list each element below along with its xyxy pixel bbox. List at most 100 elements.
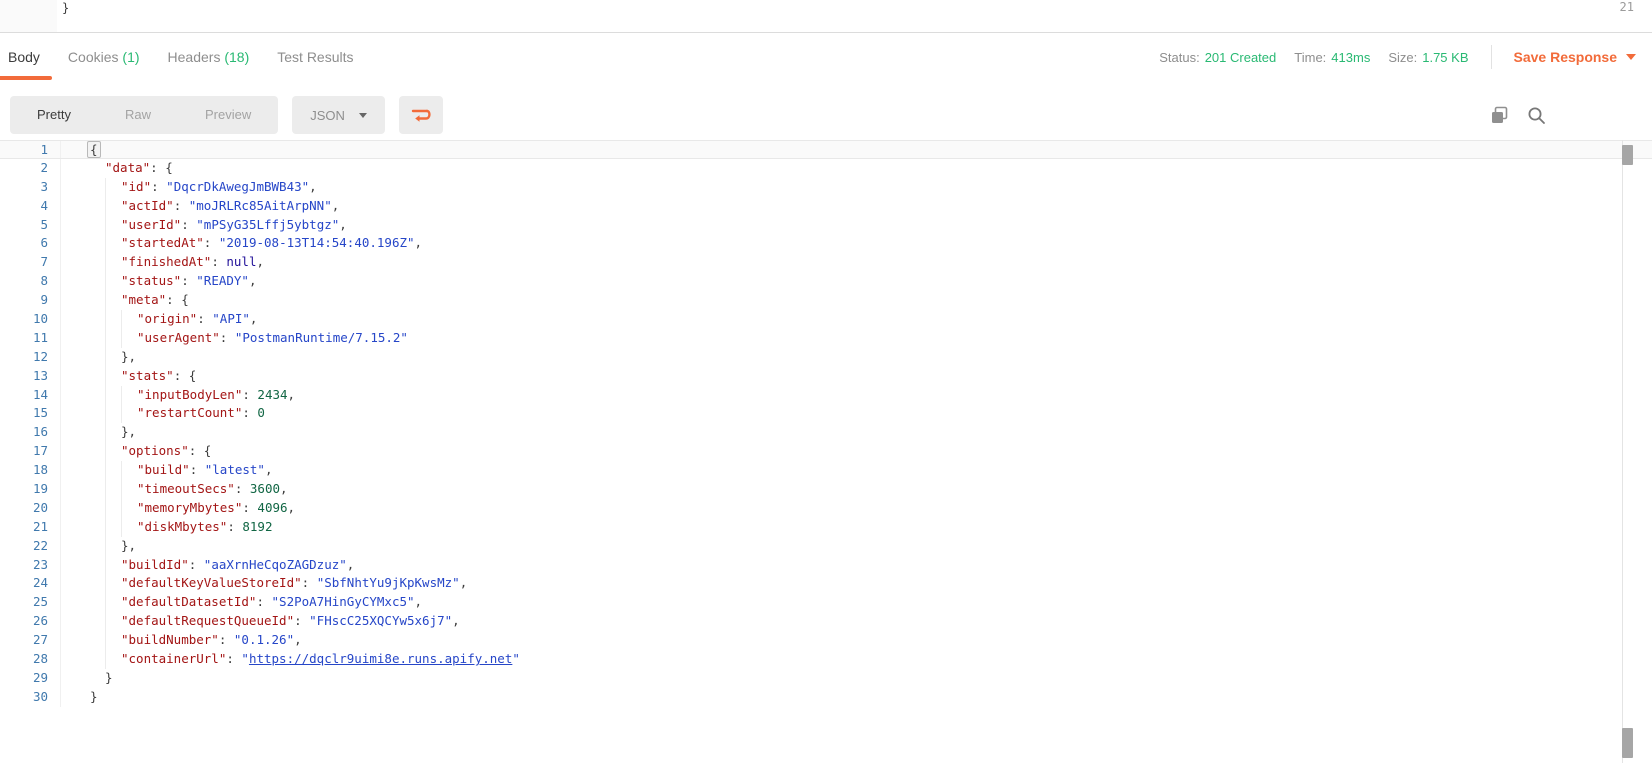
- tab-headers-count: (18): [224, 49, 249, 65]
- token-str: "S2PoA7HinGyCYMxc5": [272, 594, 415, 609]
- token-punc: : {: [150, 160, 173, 175]
- scrollbar-track: [1622, 140, 1623, 763]
- line-content: "defaultDatasetId": "S2PoA7HinGyCYMxc5",: [60, 593, 422, 612]
- language-dropdown[interactable]: JSON: [292, 96, 385, 134]
- code-line: 7"finishedAt": null,: [0, 253, 1652, 272]
- code-line: 10"origin": "API",: [0, 310, 1652, 329]
- code-line: 26 "defaultRequestQueueId": "FHscC25XQCYw…: [0, 612, 1652, 631]
- tab-body[interactable]: Body: [8, 49, 40, 65]
- indent-guide: [105, 593, 121, 612]
- line-number: 8: [0, 272, 48, 291]
- indent-guide: [90, 348, 105, 367]
- code-line: 14"inputBodyLen": 2434,: [0, 386, 1652, 405]
- view-pretty-button[interactable]: Pretty: [10, 96, 98, 134]
- line-content: "origin": "API",: [60, 310, 257, 329]
- indent-guide: [90, 574, 105, 593]
- indent-guide: [90, 367, 105, 386]
- line-number: 27: [0, 631, 48, 650]
- line-number: 6: [0, 234, 48, 253]
- tab-headers[interactable]: Headers (18): [168, 49, 250, 65]
- indent-guide: [90, 593, 105, 612]
- wrap-text-button[interactable]: [399, 96, 443, 134]
- token-str: ": [241, 651, 249, 666]
- save-response-button[interactable]: Save Response: [1514, 49, 1637, 65]
- status-pair: Status: 201 Created: [1159, 50, 1276, 65]
- indent-guide: [105, 253, 121, 272]
- tab-test-results-label: Test Results: [277, 49, 353, 65]
- line-number: 11: [0, 329, 48, 348]
- token-key: "options": [121, 443, 189, 458]
- page-scrollbar-thumb[interactable]: [1622, 728, 1633, 758]
- token-punc: },: [121, 424, 136, 439]
- line-number: 5: [0, 216, 48, 235]
- response-url-link[interactable]: https://dqclr9uimi8e.runs.apify.net: [249, 651, 512, 666]
- line-content: "restartCount": 0: [60, 404, 265, 423]
- indent-guide: [90, 310, 105, 329]
- search-button[interactable]: [1527, 106, 1546, 125]
- token-key: "id": [121, 179, 151, 194]
- token-key: "buildId": [121, 557, 189, 572]
- indent-guide: [105, 461, 121, 480]
- token-punc: :: [189, 557, 204, 572]
- token-key: "containerUrl": [121, 651, 226, 666]
- time-value: 413ms: [1331, 50, 1370, 65]
- request-editor-code[interactable]: }: [62, 1, 69, 15]
- editor-scrollbar-thumb[interactable]: [1622, 145, 1633, 165]
- token-punc: ,: [280, 481, 288, 496]
- token-key: "defaultDatasetId": [121, 594, 256, 609]
- line-content: "defaultRequestQueueId": "FHscC25XQCYw5x…: [60, 612, 460, 631]
- request-body-editor[interactable]: 21 }: [0, 0, 1652, 32]
- view-mode-group: Pretty Raw Preview: [10, 96, 278, 134]
- indent-guide: [90, 159, 105, 178]
- indent-guide: [121, 329, 137, 348]
- token-key: "defaultKeyValueStoreId": [121, 575, 302, 590]
- token-num: 2434: [257, 387, 287, 402]
- token-str: "FHscC25XQCYw5x6j7": [309, 613, 452, 628]
- token-key: "startedAt": [121, 235, 204, 250]
- indent-guide: [90, 253, 105, 272]
- line-number: 19: [0, 480, 48, 499]
- code-line: 6"startedAt": "2019-08-13T14:54:40.196Z"…: [0, 234, 1652, 253]
- line-number: 2: [0, 159, 48, 178]
- token-key: "buildNumber": [121, 632, 219, 647]
- line-number: 24: [0, 574, 48, 593]
- indent-guide: [105, 367, 121, 386]
- line-content: {: [60, 141, 101, 158]
- indent-guide: [105, 537, 121, 556]
- code-line: 21"diskMbytes": 8192: [0, 518, 1652, 537]
- indent-guide: [105, 442, 121, 461]
- token-punc: ,: [415, 594, 423, 609]
- indent-guide: [90, 216, 105, 235]
- token-punc: :: [302, 575, 317, 590]
- line-content: "status": "READY",: [60, 272, 257, 291]
- line-content: "buildId": "aaXrnHeCqoZAGDzuz",: [60, 556, 354, 575]
- tab-cookies[interactable]: Cookies (1): [68, 49, 140, 65]
- code-line: 27"buildNumber": "0.1.26",: [0, 631, 1652, 650]
- time-pair: Time: 413ms: [1294, 50, 1370, 65]
- line-content: },: [60, 537, 136, 556]
- response-body-viewer[interactable]: 1{2"data": {3"id": "DqcrDkAwegJmBWB43",4…: [0, 140, 1652, 763]
- token-punc: :: [294, 613, 309, 628]
- token-punc: ,: [294, 632, 302, 647]
- status-divider: [1491, 45, 1492, 69]
- copy-button[interactable]: [1490, 106, 1509, 125]
- tab-test-results[interactable]: Test Results: [277, 49, 353, 65]
- indent-guide: [90, 480, 105, 499]
- line-number: 30: [0, 688, 48, 707]
- line-number: 15: [0, 404, 48, 423]
- line-number: 1: [0, 141, 48, 160]
- line-number: 26: [0, 612, 48, 631]
- token-key: "timeoutSecs": [137, 481, 235, 496]
- line-content: "stats": {: [60, 367, 196, 386]
- line-number: 20: [0, 499, 48, 518]
- token-str: "moJRLRc85AitArpNN": [189, 198, 332, 213]
- request-editor-gutter: [0, 0, 57, 32]
- line-number: 3: [0, 178, 48, 197]
- view-preview-button[interactable]: Preview: [178, 96, 278, 134]
- token-punc: :: [151, 179, 166, 194]
- view-raw-button[interactable]: Raw: [98, 96, 178, 134]
- indent-guide: [90, 537, 105, 556]
- indent-guide: [90, 272, 105, 291]
- code-line: 16},: [0, 423, 1652, 442]
- line-content: "actId": "moJRLRc85AitArpNN",: [60, 197, 339, 216]
